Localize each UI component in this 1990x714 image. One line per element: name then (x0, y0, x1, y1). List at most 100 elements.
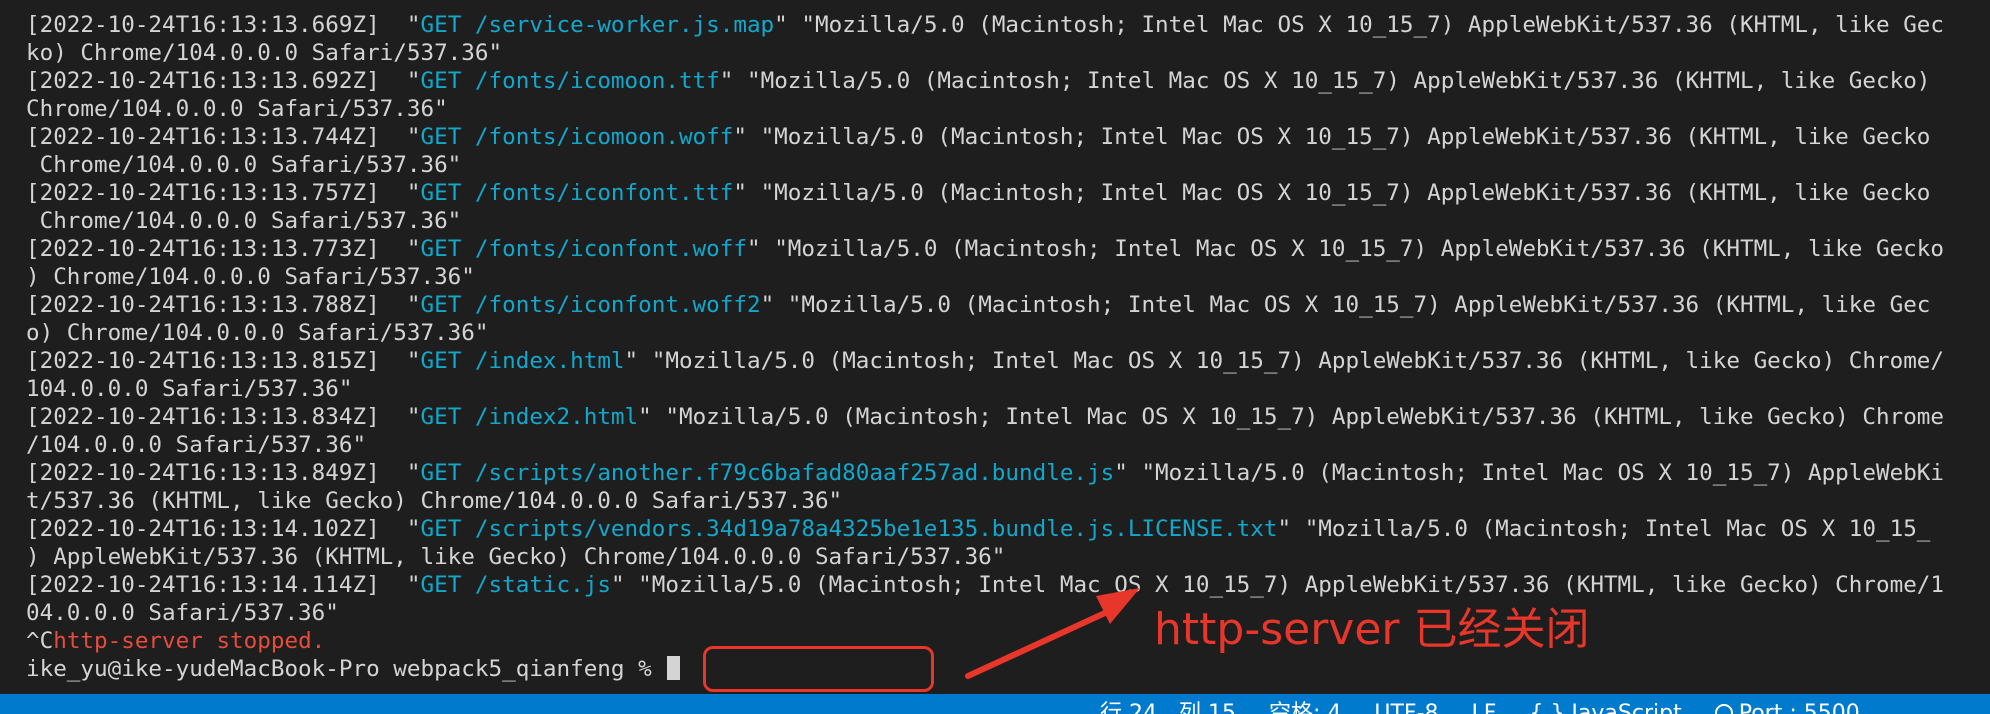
log-line-wrap: ) AppleWebKit/537.36 (KHTML, like Gecko)… (26, 543, 1990, 571)
log-timestamp: [2022-10-24T16:13:13.815Z] (26, 348, 380, 374)
status-spaces[interactable]: 空格: 4 (1269, 701, 1341, 714)
log-line: [2022-10-24T16:13:13.773Z] "GET /fonts/i… (26, 236, 1945, 262)
interrupt-signal: ^C (26, 628, 54, 654)
log-line: [2022-10-24T16:13:13.834Z] "GET /index2.… (26, 404, 1945, 430)
log-line: [2022-10-24T16:13:14.114Z] "GET /static.… (26, 572, 1945, 598)
log-method: GET (420, 68, 462, 94)
log-user-agent: "Mozilla/5.0 (Macintosh; Intel Mac OS X … (1304, 516, 1931, 542)
log-timestamp: [2022-10-24T16:13:13.669Z] (26, 12, 380, 38)
log-request: GET /service-worker.js.map (420, 12, 774, 38)
log-user-agent-wrap: 104.0.0.0 Safari/537.36" (26, 376, 353, 402)
status-encoding[interactable]: UTF-8 (1374, 701, 1438, 714)
log-url: /scripts/another.f79c6bafad80aaf257ad.bu… (474, 460, 1115, 486)
log-url: /service-worker.js.map (474, 12, 775, 38)
log-url: /index2.html (474, 404, 639, 430)
log-timestamp: [2022-10-24T16:13:13.744Z] (26, 124, 380, 150)
log-user-agent: "Mozilla/5.0 (Macintosh; Intel Mac OS X … (746, 68, 1931, 94)
log-url: /index.html (474, 348, 625, 374)
log-url: /fonts/icomoon.ttf (474, 68, 720, 94)
log-line-wrap: Chrome/104.0.0.0 Safari/537.36" (26, 207, 1990, 235)
status-language[interactable]: { } JavaScript (1529, 701, 1681, 714)
log-request: GET /index.html (420, 348, 624, 374)
status-eol[interactable]: LF (1472, 701, 1497, 714)
log-method: GET (420, 572, 462, 598)
log-line: [2022-10-24T16:13:13.669Z] "GET /service… (26, 12, 1945, 38)
log-line: [2022-10-24T16:13:13.744Z] "GET /fonts/i… (26, 124, 1931, 150)
log-user-agent: "Mozilla/5.0 (Macintosh; Intel Mac OS X … (1141, 460, 1945, 486)
log-user-agent: "Mozilla/5.0 (Macintosh; Intel Mac OS X … (760, 180, 1931, 206)
server-stopped-message: http-server stopped. (53, 628, 326, 654)
log-url: /scripts/vendors.34d19a78a4325be1e135.bu… (474, 516, 1278, 542)
log-line: [2022-10-24T16:13:13.757Z] "GET /fonts/i… (26, 180, 1931, 206)
log-url: /static.js (474, 572, 611, 598)
log-line-wrap: ) Chrome/104.0.0.0 Safari/537.36" (26, 263, 1990, 291)
log-user-agent-wrap: Chrome/104.0.0.0 Safari/537.36" (26, 152, 462, 178)
log-timestamp: [2022-10-24T16:13:14.114Z] (26, 572, 380, 598)
status-position[interactable]: 行 24，列 15 (1100, 701, 1236, 714)
log-timestamp: [2022-10-24T16:13:13.692Z] (26, 68, 380, 94)
log-line-wrap: /104.0.0.0 Safari/537.36" (26, 431, 1990, 459)
log-user-agent-wrap: 04.0.0.0 Safari/537.36" (26, 600, 339, 626)
log-user-agent: "Mozilla/5.0 (Macintosh; Intel Mac OS X … (801, 12, 1945, 38)
server-stopped-line: ^Chttp-server stopped. (26, 627, 1990, 655)
log-user-agent: "Mozilla/5.0 (Macintosh; Intel Mac OS X … (787, 292, 1931, 318)
log-timestamp: [2022-10-24T16:13:13.773Z] (26, 236, 380, 262)
log-method: GET (420, 124, 462, 150)
log-line-wrap: ko) Chrome/104.0.0.0 Safari/537.36" (26, 39, 1990, 67)
log-method: GET (420, 180, 462, 206)
log-method: GET (420, 516, 462, 542)
log-user-agent-wrap: /104.0.0.0 Safari/537.36" (26, 432, 367, 458)
log-request: GET /index2.html (420, 404, 638, 430)
status-port[interactable]: Port : 5500 (1714, 701, 1860, 714)
broadcast-icon (1714, 704, 1733, 714)
log-url: /fonts/iconfont.woff (474, 236, 747, 262)
log-url: /fonts/icomoon.woff (474, 124, 734, 150)
log-user-agent: "Mozilla/5.0 (Macintosh; Intel Mac OS X … (760, 124, 1931, 150)
log-method: GET (420, 292, 462, 318)
log-user-agent-wrap: Chrome/104.0.0.0 Safari/537.36" (26, 208, 462, 234)
log-request: GET /static.js (420, 572, 610, 598)
log-request: GET /scripts/another.f79c6bafad80aaf257a… (420, 460, 1114, 486)
log-method: GET (420, 12, 462, 38)
log-line: [2022-10-24T16:13:13.815Z] "GET /index.h… (26, 348, 1945, 374)
log-line-wrap: Chrome/104.0.0.0 Safari/537.36" (26, 151, 1990, 179)
shell-prompt: ike_yu@ike-yudeMacBook-Pro webpack5_qian… (26, 656, 666, 682)
log-line: [2022-10-24T16:13:13.788Z] "GET /fonts/i… (26, 292, 1931, 318)
log-request: GET /fonts/iconfont.woff2 (420, 292, 760, 318)
log-url: /fonts/iconfont.woff2 (474, 292, 761, 318)
log-method: GET (420, 236, 462, 262)
vscode-terminal-screenshot: [2022-10-24T16:13:13.669Z] "GET /service… (0, 0, 1990, 714)
annotation-label: http-server 已经关闭 (1154, 604, 1590, 655)
terminal-output[interactable]: [2022-10-24T16:13:13.669Z] "GET /service… (26, 11, 1990, 683)
log-line-wrap: 104.0.0.0 Safari/537.36" (26, 375, 1990, 403)
log-method: GET (420, 348, 462, 374)
log-user-agent: "Mozilla/5.0 (Macintosh; Intel Mac OS X … (774, 236, 1945, 262)
log-line-wrap: Chrome/104.0.0.0 Safari/537.36" (26, 95, 1990, 123)
log-line-wrap: t/537.36 (KHTML, like Gecko) Chrome/104.… (26, 487, 1990, 515)
log-user-agent: "Mozilla/5.0 (Macintosh; Intel Mac OS X … (651, 348, 1945, 374)
log-user-agent-wrap: ) AppleWebKit/537.36 (KHTML, like Gecko)… (26, 544, 1006, 570)
log-user-agent-wrap: ) Chrome/104.0.0.0 Safari/537.36" (26, 264, 475, 290)
log-timestamp: [2022-10-24T16:13:13.788Z] (26, 292, 380, 318)
log-line-wrap: o) Chrome/104.0.0.0 Safari/537.36" (26, 319, 1990, 347)
log-line: [2022-10-24T16:13:13.692Z] "GET /fonts/i… (26, 68, 1931, 94)
shell-prompt-line[interactable]: ike_yu@ike-yudeMacBook-Pro webpack5_qian… (26, 655, 1990, 683)
log-request: GET /fonts/iconfont.woff (420, 236, 746, 262)
log-user-agent-wrap: o) Chrome/104.0.0.0 Safari/537.36" (26, 320, 489, 346)
cursor-highlight-box (703, 646, 934, 692)
log-method: GET (420, 460, 462, 486)
log-user-agent-wrap: ko) Chrome/104.0.0.0 Safari/537.36" (26, 40, 503, 66)
log-timestamp: [2022-10-24T16:13:13.834Z] (26, 404, 380, 430)
log-timestamp: [2022-10-24T16:13:13.849Z] (26, 460, 380, 486)
log-method: GET (420, 404, 462, 430)
status-port-label: Port : 5500 (1738, 701, 1860, 714)
log-line-wrap: 04.0.0.0 Safari/537.36" (26, 599, 1990, 627)
log-user-agent-wrap: t/537.36 (KHTML, like Gecko) Chrome/104.… (26, 488, 843, 514)
log-request: GET /fonts/iconfont.ttf (420, 180, 733, 206)
terminal-cursor[interactable] (667, 656, 681, 680)
log-timestamp: [2022-10-24T16:13:13.757Z] (26, 180, 380, 206)
log-user-agent-wrap: Chrome/104.0.0.0 Safari/537.36" (26, 96, 448, 122)
log-url: /fonts/iconfont.ttf (474, 180, 734, 206)
log-user-agent: "Mozilla/5.0 (Macintosh; Intel Mac OS X … (665, 404, 1945, 430)
log-request: GET /fonts/icomoon.ttf (420, 68, 719, 94)
